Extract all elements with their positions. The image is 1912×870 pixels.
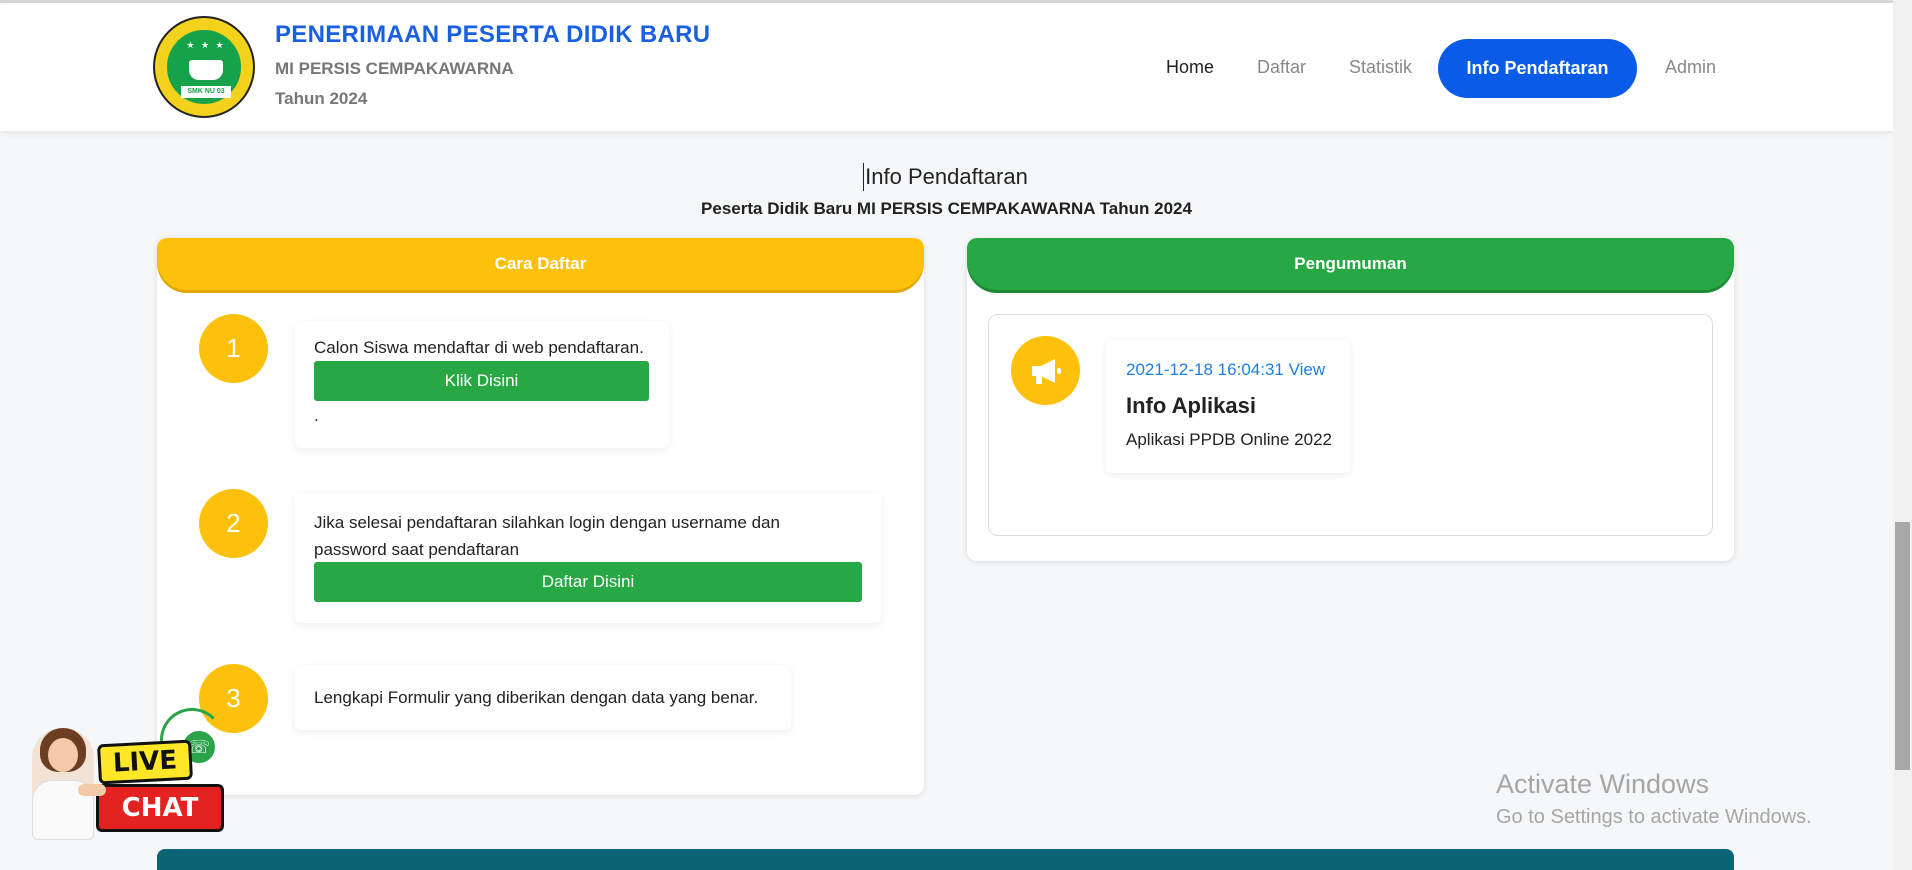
step-3-text: Lengkapi Formulir yang diberikan dengan … bbox=[314, 688, 759, 707]
megaphone-icon bbox=[1011, 336, 1080, 405]
school-year: Tahun 2024 bbox=[275, 89, 368, 108]
agent-face bbox=[48, 738, 78, 772]
daftar-disini-button[interactable]: Daftar Disini bbox=[314, 562, 862, 602]
next-section-header bbox=[157, 849, 1734, 870]
school-logo[interactable]: ★ ★ ★ SMK NU 03 bbox=[153, 16, 255, 118]
logo-ribbon: SMK NU 03 bbox=[181, 86, 231, 98]
logo-inner: ★ ★ ★ SMK NU 03 bbox=[165, 28, 243, 106]
page-subtitle: Peserta Didik Baru MI PERSIS CEMPAKAWARN… bbox=[701, 199, 1192, 218]
announcement-date-link[interactable]: 2021-12-18 16:04:31 View bbox=[1126, 360, 1325, 380]
school-name: MI PERSIS CEMPAKAWARNA bbox=[275, 59, 514, 78]
activate-windows-subtitle: Go to Settings to activate Windows. bbox=[1496, 806, 1812, 828]
announcement-title: Info Aplikasi bbox=[1126, 393, 1256, 418]
live-chat-widget[interactable]: ☏ LIVE CHAT bbox=[20, 708, 225, 848]
text-cursor bbox=[863, 163, 864, 191]
nav-info-pendaftaran[interactable]: Info Pendaftaran bbox=[1438, 39, 1637, 98]
site-header: ★ ★ ★ SMK NU 03 PENERIMAAN PESERTA DIDIK… bbox=[0, 3, 1893, 131]
live-label: LIVE bbox=[97, 739, 193, 785]
nav-statistik[interactable]: Statistik bbox=[1349, 57, 1412, 78]
chat-label: CHAT bbox=[96, 784, 224, 832]
cara-daftar-header: Cara Daftar bbox=[157, 238, 924, 290]
agent-hand bbox=[78, 784, 106, 796]
step-1-after: . bbox=[314, 406, 319, 425]
step-2-number: 2 bbox=[199, 489, 268, 558]
step-1-text: Calon Siswa mendaftar di web pendaftaran… bbox=[314, 338, 644, 357]
nav-home[interactable]: Home bbox=[1166, 57, 1214, 78]
klik-disini-button[interactable]: Klik Disini bbox=[314, 361, 649, 401]
announcement-container bbox=[988, 314, 1713, 536]
announcement-description: Aplikasi PPDB Online 2022 bbox=[1126, 430, 1333, 449]
site-title: PENERIMAAN PESERTA DIDIK BARU bbox=[275, 21, 711, 48]
logo-stars: ★ ★ ★ bbox=[186, 40, 226, 50]
step-2-text: Jika selesai pendaftaran silahkan login … bbox=[314, 513, 780, 559]
logo-book-icon bbox=[189, 60, 223, 80]
nav-admin[interactable]: Admin bbox=[1665, 57, 1716, 78]
activate-windows-title: Activate Windows bbox=[1496, 769, 1710, 799]
nav-daftar[interactable]: Daftar bbox=[1257, 57, 1306, 78]
pengumuman-header: Pengumuman bbox=[967, 238, 1734, 290]
step-1-number: 1 bbox=[199, 314, 268, 383]
page-title: Info Pendaftaran bbox=[865, 164, 1028, 189]
scrollbar-thumb[interactable] bbox=[1895, 522, 1910, 770]
